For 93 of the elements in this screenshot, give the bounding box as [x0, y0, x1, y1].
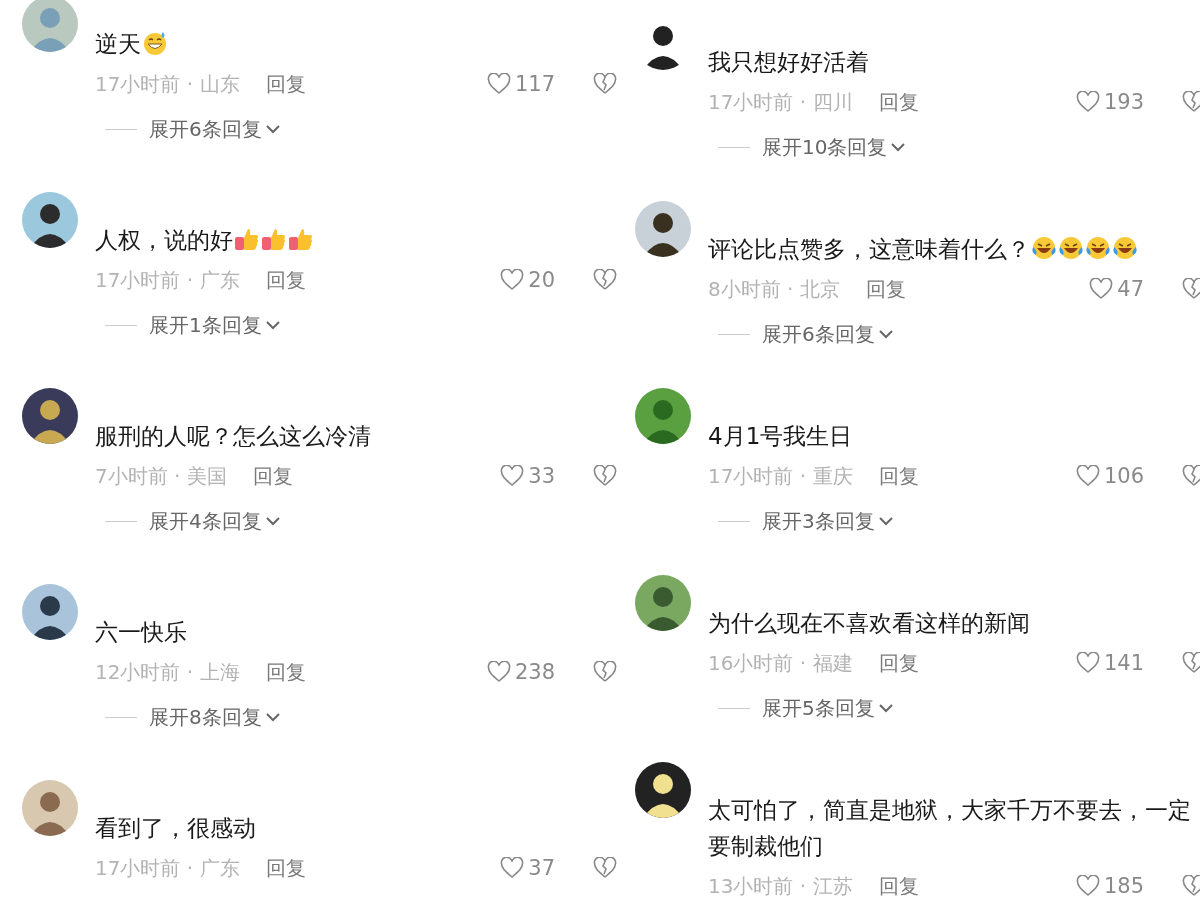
- comment-time: 12小时前 · 上海: [95, 659, 240, 686]
- laughing-face-icon: [1085, 235, 1111, 261]
- like-icon[interactable]: [1075, 652, 1100, 674]
- reply-link[interactable]: 回复: [252, 462, 293, 490]
- avatar: [635, 762, 691, 818]
- expand-replies-link[interactable]: 展开10条回复: [762, 132, 888, 162]
- avatar: [635, 201, 691, 257]
- avatar: [22, 780, 78, 836]
- broken-heart-icon[interactable]: [1182, 465, 1200, 487]
- comment-text: 逆天: [95, 31, 141, 57]
- like-count: 238: [514, 659, 555, 686]
- avatar: [22, 584, 78, 640]
- avatar: [635, 388, 691, 444]
- broken-heart-icon[interactable]: [593, 269, 617, 291]
- broken-heart-icon[interactable]: [1182, 278, 1200, 300]
- reply-link[interactable]: 回复: [265, 266, 306, 294]
- comment-time: 16小时前 · 福建: [708, 650, 853, 677]
- expand-replies-link[interactable]: 展开6条回复: [149, 114, 262, 144]
- avatar: [22, 192, 78, 248]
- chevron-down-icon: [877, 516, 894, 526]
- thumbs-up-icon: [261, 226, 287, 252]
- expand-replies-link[interactable]: 展开1条回复: [149, 310, 262, 340]
- like-count: 106: [1103, 463, 1144, 490]
- like-count: 33: [528, 463, 555, 490]
- laughing-face-icon: [1031, 235, 1057, 261]
- broken-heart-icon[interactable]: [593, 465, 617, 487]
- reply-link[interactable]: 回复: [878, 88, 919, 116]
- comment-text: 评论比点赞多，这意味着什么？: [708, 236, 1030, 262]
- like-count: 185: [1103, 873, 1144, 900]
- like-count: 141: [1103, 650, 1144, 677]
- comment-text: 六一快乐: [95, 618, 188, 647]
- like-icon[interactable]: [500, 269, 525, 291]
- thumbs-up-icon: [234, 226, 260, 252]
- comment-time: 17小时前 · 重庆: [708, 463, 853, 490]
- like-icon[interactable]: [1075, 875, 1100, 897]
- chevron-down-icon: [890, 142, 907, 152]
- chevron-down-icon: [264, 124, 281, 134]
- chevron-down-icon: [877, 703, 894, 713]
- reply-link[interactable]: 回复: [265, 658, 306, 686]
- comment-time: 17小时前 · 山东: [95, 71, 240, 98]
- like-icon[interactable]: [486, 73, 511, 95]
- broken-heart-icon[interactable]: [593, 661, 617, 683]
- broken-heart-icon[interactable]: [593, 857, 617, 879]
- laughing-face-icon: [1112, 235, 1138, 261]
- like-icon[interactable]: [1075, 91, 1100, 113]
- comment-time: 17小时前 · 广东: [95, 855, 240, 882]
- like-count: 193: [1103, 89, 1144, 116]
- chevron-down-icon: [264, 712, 281, 722]
- expand-replies-link[interactable]: 展开6条回复: [762, 319, 875, 349]
- comment-time: 17小时前 · 四川: [708, 89, 853, 116]
- like-count: 117: [514, 71, 555, 98]
- broken-heart-icon[interactable]: [593, 73, 617, 95]
- like-icon[interactable]: [500, 465, 525, 487]
- reply-link[interactable]: 回复: [878, 649, 919, 677]
- comment-text: 服刑的人呢？怎么这么冷清: [95, 422, 372, 451]
- comment-time: 8小时前 · 北京: [708, 276, 840, 303]
- like-icon[interactable]: [1075, 465, 1100, 487]
- avatar: [635, 575, 691, 631]
- reply-link[interactable]: 回复: [265, 70, 306, 98]
- reply-link[interactable]: 回复: [878, 872, 919, 900]
- reply-link[interactable]: 回复: [865, 275, 906, 303]
- comment-text: 4月1号我生日: [708, 422, 854, 451]
- comment-text: 我只想好好活着: [708, 48, 870, 77]
- grinning-face-icon: [142, 30, 168, 56]
- like-icon[interactable]: [486, 661, 511, 683]
- like-count: 47: [1117, 276, 1144, 303]
- comment-time: 13小时前 · 江苏: [708, 873, 853, 900]
- reply-link[interactable]: 回复: [265, 854, 306, 882]
- comment-text: 看到了，很感动: [95, 814, 257, 843]
- avatar: [22, 388, 78, 444]
- broken-heart-icon[interactable]: [1182, 91, 1200, 113]
- comment-text: 人权，说的好: [95, 227, 233, 253]
- like-count: 37: [528, 855, 555, 882]
- chevron-down-icon: [264, 320, 281, 330]
- thumbs-up-icon: [288, 226, 314, 252]
- expand-replies-link[interactable]: 展开4条回复: [149, 506, 262, 536]
- expand-replies-link[interactable]: 展开3条回复: [762, 506, 875, 536]
- chevron-down-icon: [264, 516, 281, 526]
- expand-replies-link[interactable]: 展开5条回复: [762, 693, 875, 723]
- avatar: [22, 0, 78, 52]
- broken-heart-icon[interactable]: [1182, 652, 1200, 674]
- like-icon[interactable]: [1089, 278, 1114, 300]
- comment-text: 为什么现在不喜欢看这样的新闻: [708, 609, 1031, 638]
- comment-time: 7小时前 · 美国: [95, 463, 227, 490]
- chevron-down-icon: [877, 329, 894, 339]
- broken-heart-icon[interactable]: [1182, 875, 1200, 897]
- comment-time: 17小时前 · 广东: [95, 267, 240, 294]
- like-count: 20: [528, 267, 555, 294]
- comment-text: 太可怕了，简直是地狱，大家千万不要去，一定要制裁他们: [708, 796, 1192, 861]
- reply-link[interactable]: 回复: [878, 462, 919, 490]
- like-icon[interactable]: [500, 857, 525, 879]
- laughing-face-icon: [1058, 235, 1084, 261]
- expand-replies-link[interactable]: 展开8条回复: [149, 702, 262, 732]
